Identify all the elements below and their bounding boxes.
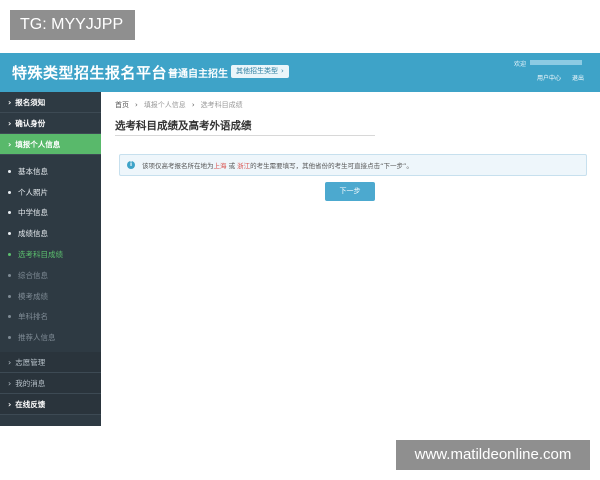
sidebar-item-preferences[interactable]: › 志愿管理 bbox=[0, 352, 101, 374]
chevron-right-icon: › bbox=[8, 97, 12, 107]
sidebar-bottom: › 志愿管理 › 我的消息 › 在线反馈 bbox=[0, 352, 101, 416]
submenu-label: 推荐人信息 bbox=[18, 333, 56, 343]
submenu-label: 选考科目成绩 bbox=[18, 250, 63, 260]
platform-title: 特殊类型招生报名平台 bbox=[12, 64, 168, 82]
user-center-link[interactable]: 用户中心 bbox=[537, 73, 561, 82]
submenu-mock-exam[interactable]: 模考成绩 bbox=[0, 286, 101, 307]
submenu-label: 中学信息 bbox=[18, 208, 48, 218]
bullet-icon bbox=[8, 169, 11, 173]
top-header: 特殊类型招生报名平台 普通自主招生 其他招生类型 › 欢迎 用户中心 退出 bbox=[0, 53, 600, 92]
notice-text: 该项仅高考报名所在地为上海 或 浙江的考生需要填写，其他省份的考生可直接点击“下… bbox=[142, 162, 413, 170]
chevron-right-icon: › bbox=[135, 101, 138, 109]
bullet-icon bbox=[8, 190, 11, 194]
info-notice: i 该项仅高考报名所在地为上海 或 浙江的考生需要填写，其他省份的考生可直接点击… bbox=[119, 154, 587, 176]
logout-link[interactable]: 退出 bbox=[572, 73, 584, 82]
breadcrumb-home[interactable]: 首页 bbox=[115, 100, 129, 110]
title-divider bbox=[115, 135, 375, 136]
sidebar-item-feedback[interactable]: › 在线反馈 bbox=[0, 394, 101, 416]
corner-tag: TG: MYYJJPP bbox=[10, 10, 135, 40]
submenu-label: 单科排名 bbox=[18, 312, 48, 322]
sidebar-item-notice[interactable]: › 报名须知 bbox=[0, 92, 101, 113]
bullet-icon bbox=[8, 294, 11, 298]
sidebar-item-label: 在线反馈 bbox=[15, 399, 46, 409]
welcome-text: 欢迎 bbox=[514, 61, 527, 68]
main-content: 首页 › 填报个人信息 › 选考科目成绩 选考科目成绩及高考外语成绩 i 该项仅… bbox=[101, 92, 600, 426]
chevron-right-icon: › bbox=[8, 399, 12, 409]
submenu-referee[interactable]: 推荐人信息 bbox=[0, 327, 101, 348]
sidebar-item-label: 填报个人信息 bbox=[15, 139, 61, 149]
submenu-comprehensive[interactable]: 综合信息 bbox=[0, 265, 101, 286]
bullet-icon bbox=[8, 232, 11, 236]
sidebar-item-label: 确认身份 bbox=[15, 118, 46, 128]
submenu-subject-rank[interactable]: 单科排名 bbox=[0, 307, 101, 328]
chevron-right-icon: › bbox=[8, 139, 12, 149]
breadcrumb-personal-info[interactable]: 填报个人信息 bbox=[144, 100, 186, 110]
next-step-button[interactable]: 下一步 bbox=[325, 182, 375, 201]
chevron-right-icon: › bbox=[191, 101, 195, 109]
sidebar-submenu: 基本信息 个人照片 中学信息 成绩信息 选考科目成绩 综合信息 模考成绩 单科排… bbox=[0, 155, 101, 352]
chevron-right-icon: › bbox=[8, 357, 12, 367]
bullet-icon bbox=[8, 211, 11, 215]
page-title: 选考科目成绩及高考外语成绩 bbox=[115, 120, 252, 132]
other-types-button[interactable]: 其他招生类型 › bbox=[231, 65, 289, 78]
admission-type-label: 普通自主招生 bbox=[168, 69, 228, 80]
sidebar-item-label: 报名须知 bbox=[15, 97, 46, 107]
bullet-icon bbox=[8, 315, 11, 319]
sidebar-item-label: 志愿管理 bbox=[15, 357, 46, 367]
sidebar-item-personal-info[interactable]: › 填报个人信息 bbox=[0, 134, 101, 155]
bullet-icon bbox=[8, 273, 11, 277]
sidebar: › 报名须知 › 确认身份 › 填报个人信息 基本信息 个人照片 中学信息 成绩… bbox=[0, 92, 101, 426]
submenu-school-info[interactable]: 中学信息 bbox=[0, 203, 101, 224]
submenu-elective-scores[interactable]: 选考科目成绩 bbox=[0, 244, 101, 265]
submenu-photo[interactable]: 个人照片 bbox=[0, 182, 101, 203]
sidebar-item-messages[interactable]: › 我的消息 bbox=[0, 373, 101, 395]
watermark: www.matildeonline.com bbox=[396, 440, 590, 470]
chevron-right-icon: › bbox=[8, 378, 12, 388]
sidebar-item-label: 我的消息 bbox=[15, 378, 46, 388]
other-types-label: 其他招生类型 bbox=[236, 67, 278, 75]
chevron-right-icon: › bbox=[281, 67, 284, 75]
submenu-label: 基本信息 bbox=[18, 166, 48, 176]
breadcrumb: 首页 › 填报个人信息 › 选考科目成绩 bbox=[115, 100, 243, 110]
submenu-label: 个人照片 bbox=[18, 187, 48, 197]
submenu-label: 成绩信息 bbox=[18, 229, 48, 239]
bullet-icon bbox=[8, 253, 11, 257]
sidebar-item-confirm-identity[interactable]: › 确认身份 bbox=[0, 113, 101, 134]
chevron-right-icon: › bbox=[8, 118, 12, 128]
breadcrumb-current: 选考科目成绩 bbox=[200, 101, 243, 109]
bullet-icon bbox=[8, 336, 11, 340]
username-blurred bbox=[530, 60, 582, 65]
submenu-basic-info[interactable]: 基本信息 bbox=[0, 161, 101, 182]
info-icon: i bbox=[127, 161, 135, 169]
submenu-label: 模考成绩 bbox=[18, 291, 48, 301]
submenu-grades[interactable]: 成绩信息 bbox=[0, 223, 101, 244]
submenu-label: 综合信息 bbox=[18, 270, 48, 280]
